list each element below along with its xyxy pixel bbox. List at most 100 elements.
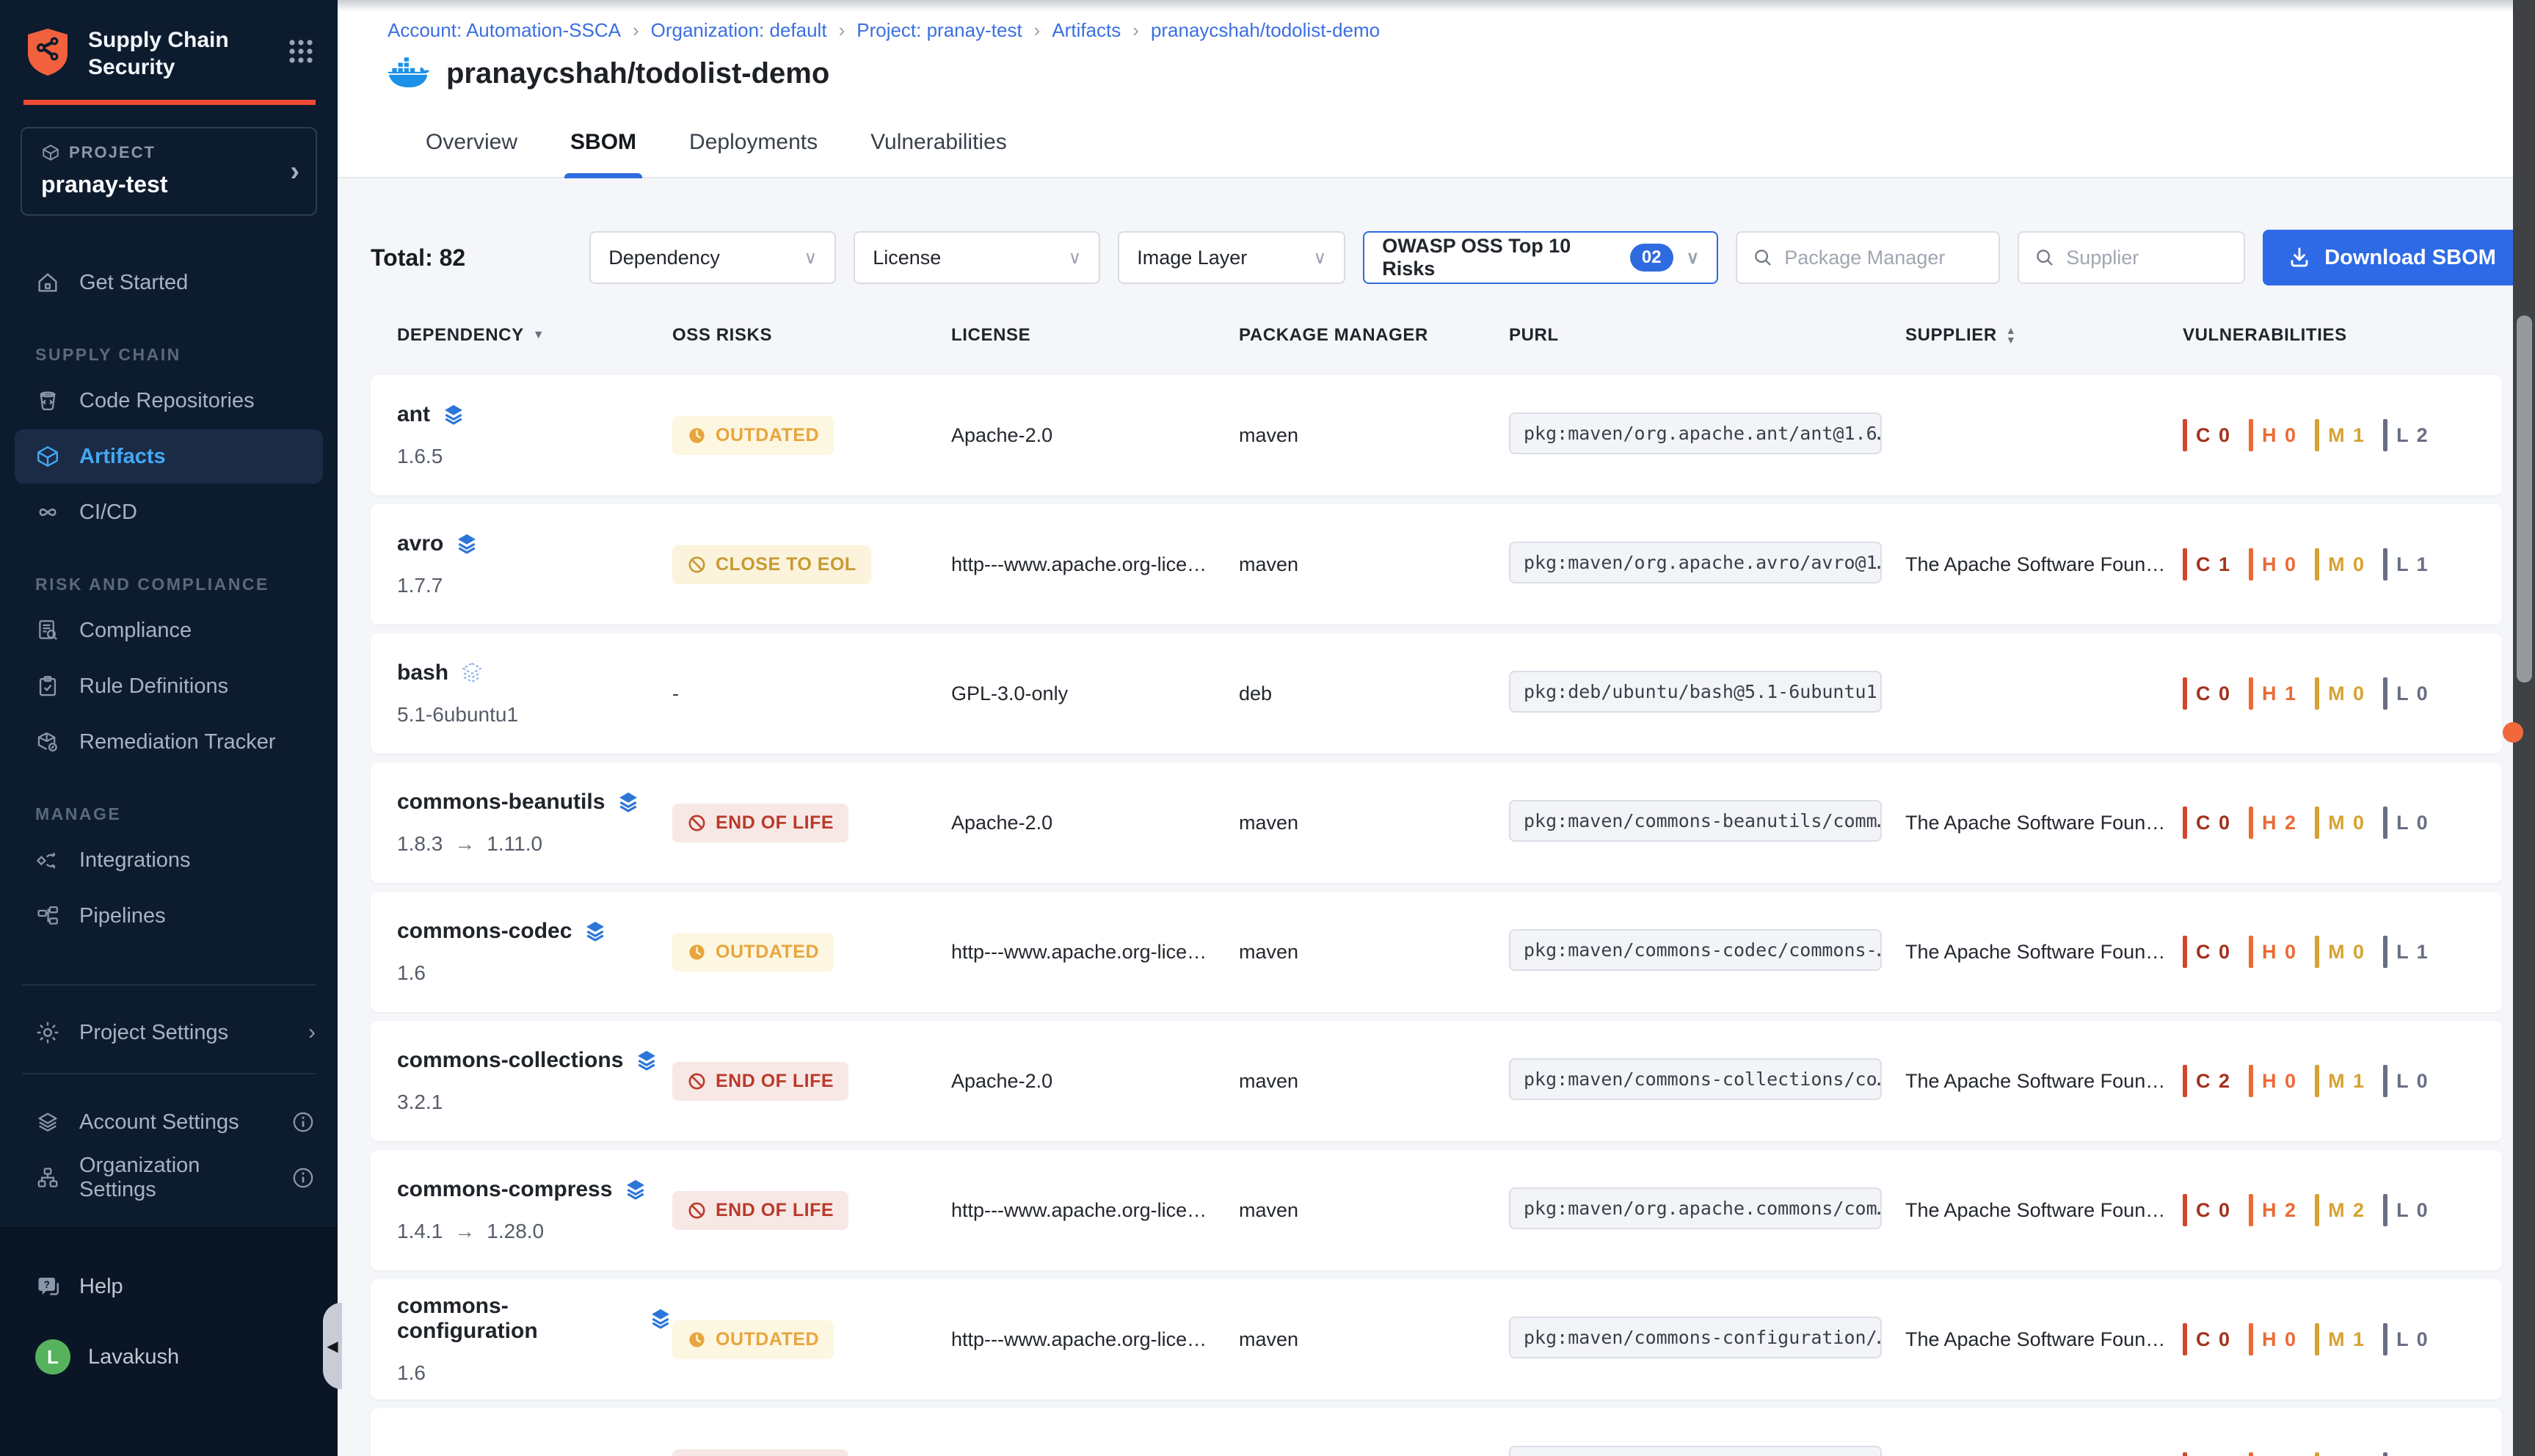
filter-image-layer[interactable]: Image Layer∨ [1118, 231, 1345, 284]
table-row[interactable]: ant1.6.5OUTDATEDApache-2.0mavenpkg:maven… [371, 375, 2502, 495]
vulnerabilities-cell: C 0H 2M 2L 0 [2183, 1194, 2480, 1226]
table-row[interactable]: commons-collections3.2.1END OF LIFEApach… [371, 1021, 2502, 1141]
sidebar-item-get-started[interactable]: Get Started [15, 255, 323, 310]
project-selector[interactable]: PROJECT pranay-test › [21, 127, 317, 216]
vuln-count-c: C 0 [2183, 677, 2231, 710]
sidebar-item-help[interactable]: ? Help [0, 1264, 338, 1308]
oss-risk-cell: OUTDATED [672, 933, 951, 972]
risk-badge-outdated: OUTDATED [672, 416, 834, 455]
vuln-count-m: M 1 [2315, 1323, 2365, 1355]
info-icon[interactable] [291, 1165, 316, 1190]
sidebar-item-label: Account Settings [79, 1110, 239, 1135]
help-label: Help [79, 1275, 123, 1299]
tab-overview[interactable]: Overview [420, 108, 523, 177]
risk-badge-outdated: OUTDATED [672, 933, 834, 972]
filter-owasp-oss-top-10-risks[interactable]: OWASP OSS Top 10 Risks02∨ [1363, 231, 1718, 284]
filter-dependency[interactable]: Dependency∨ [589, 231, 836, 284]
column-label: DEPENDENCY [397, 325, 524, 346]
sidebar-item-account-settings[interactable]: Account Settings [15, 1095, 323, 1149]
project-cube-icon [41, 143, 60, 162]
purl-value[interactable]: pkg:maven/org.apache.commons/com… [1509, 1187, 1882, 1229]
table-row[interactable]: commons-beanutils1.8.3→1.11.0END OF LIFE… [371, 762, 2502, 883]
tab-deployments[interactable]: Deployments [683, 108, 823, 177]
app-switcher-grid-icon[interactable] [286, 37, 316, 66]
severity-bar [2315, 677, 2319, 710]
breadcrumb-item[interactable]: pranaycshah/todolist-demo [1151, 19, 1380, 42]
oss-risk-cell: CLOSE TO EOL [672, 545, 951, 584]
sidebar-collapse-handle[interactable]: ◀ [323, 1303, 342, 1389]
vuln-count-c: C 0 [2183, 807, 2231, 839]
purl-value[interactable]: pkg:maven/commons-fileupload/co… [1509, 1446, 1882, 1456]
sidebar-item-rule-definitions[interactable]: Rule Definitions [15, 659, 323, 713]
vuln-count-c: C 0 [2183, 936, 2231, 968]
tab-vulnerabilities[interactable]: Vulnerabilities [865, 108, 1013, 177]
column-header-dependency[interactable]: DEPENDENCY▼ [397, 325, 672, 346]
notification-dot[interactable] [2503, 722, 2523, 743]
sidebar-item-organization-settings[interactable]: Organization Settings [15, 1151, 323, 1205]
sidebar-item-remediation-tracker[interactable]: Remediation Tracker [15, 715, 323, 769]
severity-bar [2315, 1194, 2319, 1226]
purl-cell: pkg:maven/org.apache.avro/avro@1… [1509, 542, 1905, 587]
purl-cell: pkg:maven/commons-collections/co… [1509, 1058, 1905, 1104]
table-row[interactable]: commons-codec1.6OUTDATEDhttp---www.apach… [371, 892, 2502, 1012]
table-row[interactable]: commons-fileuploadEND OF LIFEApache-2.0m… [371, 1408, 2502, 1456]
sidebar-item-artifacts[interactable]: Artifacts [15, 429, 323, 484]
breadcrumb-item[interactable]: Artifacts [1052, 19, 1121, 42]
dependency-version: 1.8.3 [397, 832, 443, 856]
download-sbom-button[interactable]: Download SBOM [2263, 230, 2521, 285]
vuln-count-h: H 0 [2249, 936, 2297, 968]
sidebar-item-pipelines[interactable]: Pipelines [15, 889, 323, 943]
sidebar-item-label: Project Settings [79, 1021, 228, 1045]
chevron-down-icon: ∨ [1314, 247, 1327, 269]
breadcrumb-item[interactable]: Account: Automation-SSCA [388, 19, 621, 42]
dependency-name: ant [397, 402, 430, 427]
column-header-supplier[interactable]: SUPPLIER▲▼ [1905, 325, 2183, 346]
risk-badge-label: CLOSE TO EOL [716, 554, 856, 575]
purl-value[interactable]: pkg:deb/ubuntu/bash@5.1-6ubuntu1 [1509, 671, 1882, 713]
vuln-count-m: M 0 [2315, 936, 2365, 968]
info-icon[interactable] [291, 1110, 316, 1135]
sidebar-item-integrations[interactable]: Integrations [15, 833, 323, 887]
purl-value[interactable]: pkg:maven/org.apache.ant/ant@1.6… [1509, 412, 1882, 454]
arrow-right-icon: → [454, 1220, 475, 1243]
scrollbar-thumb[interactable] [2517, 316, 2532, 682]
risk-badge-close-to-eol: CLOSE TO EOL [672, 545, 871, 584]
chevron-down-icon: ∨ [1069, 247, 1082, 269]
dependency-version: 1.7.7 [397, 574, 443, 597]
severity-bar [2183, 1065, 2187, 1097]
purl-value[interactable]: pkg:maven/commons-beanutils/comm… [1509, 800, 1882, 842]
breadcrumb-item[interactable]: Project: pranay-test [856, 19, 1022, 42]
nav-section-supply-chain: SUPPLY CHAIN [35, 345, 338, 365]
table-row[interactable]: bash5.1-6ubuntu1-GPL-3.0-onlydebpkg:deb/… [371, 633, 2502, 754]
table-row[interactable]: commons-configuration1.6OUTDATEDhttp---w… [371, 1279, 2502, 1399]
breadcrumb-item[interactable]: Organization: default [651, 19, 827, 42]
sidebar-item-compliance[interactable]: Compliance [15, 603, 323, 658]
oss-risk-cell: OUTDATED [672, 416, 951, 455]
package-manager-search-input[interactable] [1784, 247, 1984, 269]
purl-value[interactable]: pkg:maven/commons-collections/co… [1509, 1058, 1882, 1100]
user-menu[interactable]: L Lavakush [0, 1335, 338, 1379]
filter-label: License [873, 247, 941, 269]
column-header-license: LICENSE [951, 325, 1239, 346]
sidebar-item-ci-cd[interactable]: CI/CD [15, 485, 323, 539]
dependency-version: 1.6 [397, 961, 426, 985]
svg-text:?: ? [44, 1279, 50, 1290]
breadcrumb: Account: Automation-SSCA›Organization: d… [388, 19, 2535, 42]
tab-sbom[interactable]: SBOM [564, 108, 642, 177]
vulnerabilities-cell: C 1H 0M 0L 1 [2183, 548, 2480, 580]
sidebar-item-project-settings[interactable]: Project Settings› [15, 1005, 323, 1060]
table-row[interactable]: commons-compress1.4.1→1.28.0END OF LIFEh… [371, 1150, 2502, 1270]
sidebar-footer: ? Help L Lavakush [0, 1227, 338, 1456]
risk-badge-label: OUTDATED [716, 942, 819, 963]
filter-license[interactable]: License ∨ [854, 231, 1100, 284]
purl-value[interactable]: pkg:maven/commons-configuration/… [1509, 1317, 1882, 1358]
supplier-search [2018, 231, 2245, 284]
purl-value[interactable]: pkg:maven/commons-codec/commons-… [1509, 929, 1882, 971]
layers-icon [624, 1178, 647, 1201]
vulnerabilities-cell: C 0H 0M 1L 0 [2183, 1323, 2480, 1355]
severity-bar [2183, 1452, 2187, 1456]
purl-value[interactable]: pkg:maven/org.apache.avro/avro@1… [1509, 542, 1882, 583]
sidebar-item-code-repositories[interactable]: Code Repositories [15, 374, 323, 428]
table-row[interactable]: avro1.7.7CLOSE TO EOLhttp---www.apache.o… [371, 504, 2502, 625]
supplier-search-input[interactable] [2066, 247, 2229, 269]
